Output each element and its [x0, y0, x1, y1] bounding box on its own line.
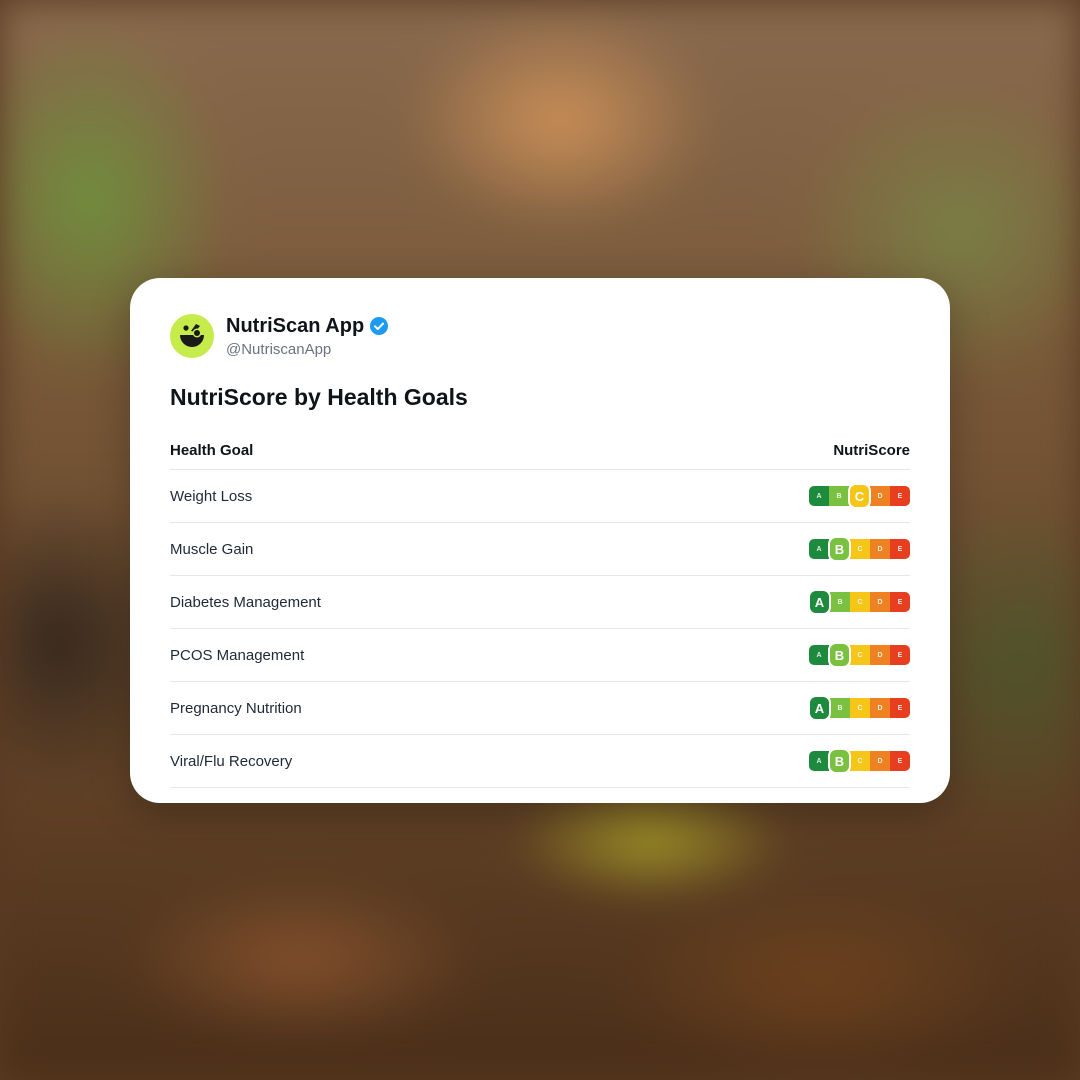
verified-badge-icon: [370, 317, 389, 335]
nutriscore-grade-d: D: [870, 486, 890, 506]
nutriscore-grade-c: C: [850, 539, 870, 559]
health-goal-label: Pregnancy Nutrition: [170, 699, 302, 717]
nutriscore-grade-d: D: [870, 698, 890, 718]
nutriscore-badge: ABCDE: [809, 642, 910, 668]
nutriscore-badge: ABCDE: [809, 536, 910, 562]
nutriscore-grade-b: B: [828, 642, 851, 668]
table-row: Viral/Flu Recovery A B C D E: [170, 735, 910, 788]
nutriscore-grade-d: D: [870, 592, 890, 612]
table-row: PCOS Management A B C D E: [170, 629, 910, 682]
health-goal-label: Diabetes Management: [170, 593, 321, 611]
nutriscore-grade-d: D: [870, 751, 890, 771]
health-goal-label: Muscle Gain: [170, 540, 254, 558]
nutriscore-grade-b: B: [830, 592, 850, 612]
health-goals-table: Health Goal NutriScore Weight Loss A B C D E M…: [170, 431, 910, 788]
nutriscore-grade-d: D: [870, 539, 890, 559]
nutriscore-grade-b: B: [830, 698, 850, 718]
nutriscore-badge: ABCDE: [808, 589, 910, 615]
table-row: Diabetes Management A B C D E: [170, 576, 910, 629]
nutriscore-grade-e: E: [890, 539, 910, 559]
post-title: NutriScore by Health Goals: [170, 384, 468, 410]
nutriscore-grade-c: C: [850, 751, 870, 771]
nutriscore-grade-a: A: [809, 539, 829, 559]
health-goal-label: Weight Loss: [170, 487, 253, 505]
column-header-nutriscore: NutriScore: [833, 441, 910, 459]
nutriscore-grade-b: B: [828, 748, 851, 774]
nutriscore-grade-a: A: [808, 589, 831, 615]
nutriscore-grade-a: A: [809, 645, 829, 665]
nutriscore-grade-c: C: [848, 483, 871, 509]
table-row: Weight Loss A B C D E: [170, 470, 910, 523]
table-header: Health Goal NutriScore: [170, 431, 910, 470]
nutriscan-logo-icon: [180, 324, 204, 347]
profile-header: NutriScan App @NutriscanApp: [170, 314, 910, 358]
user-handle[interactable]: @NutriscanApp: [226, 341, 389, 358]
post-card: NutriScan App @NutriscanApp NutriScore b…: [130, 278, 950, 803]
nutriscore-badge: ABCDE: [808, 695, 910, 721]
nutriscore-grade-e: E: [890, 592, 910, 612]
column-header-health-goal: Health Goal: [170, 441, 254, 459]
health-goal-label: Viral/Flu Recovery: [170, 752, 293, 770]
health-goal-label: PCOS Management: [170, 646, 305, 664]
nutriscore-grade-d: D: [870, 645, 890, 665]
table-row: Pregnancy Nutrition A B C D E: [170, 682, 910, 735]
nutriscore-grade-e: E: [890, 751, 910, 771]
nutriscore-grade-b: B: [828, 536, 851, 562]
nutriscore-grade-c: C: [850, 592, 870, 612]
nutriscore-grade-a: A: [809, 751, 829, 771]
nutriscore-grade-e: E: [890, 645, 910, 665]
nutriscore-grade-a: A: [808, 695, 831, 721]
nutriscore-grade-a: A: [809, 486, 829, 506]
nutriscore-grade-e: E: [890, 698, 910, 718]
nutriscore-grade-c: C: [850, 698, 870, 718]
nutriscore-badge: ABCDE: [809, 748, 910, 774]
nutriscore-badge: ABCDE: [809, 483, 910, 509]
table-row: Muscle Gain A B C D E: [170, 523, 910, 576]
nutriscore-grade-c: C: [850, 645, 870, 665]
nutriscore-grade-b: B: [829, 486, 849, 506]
display-name[interactable]: NutriScan App: [226, 315, 364, 338]
avatar[interactable]: [170, 314, 214, 358]
nutriscore-grade-e: E: [890, 486, 910, 506]
